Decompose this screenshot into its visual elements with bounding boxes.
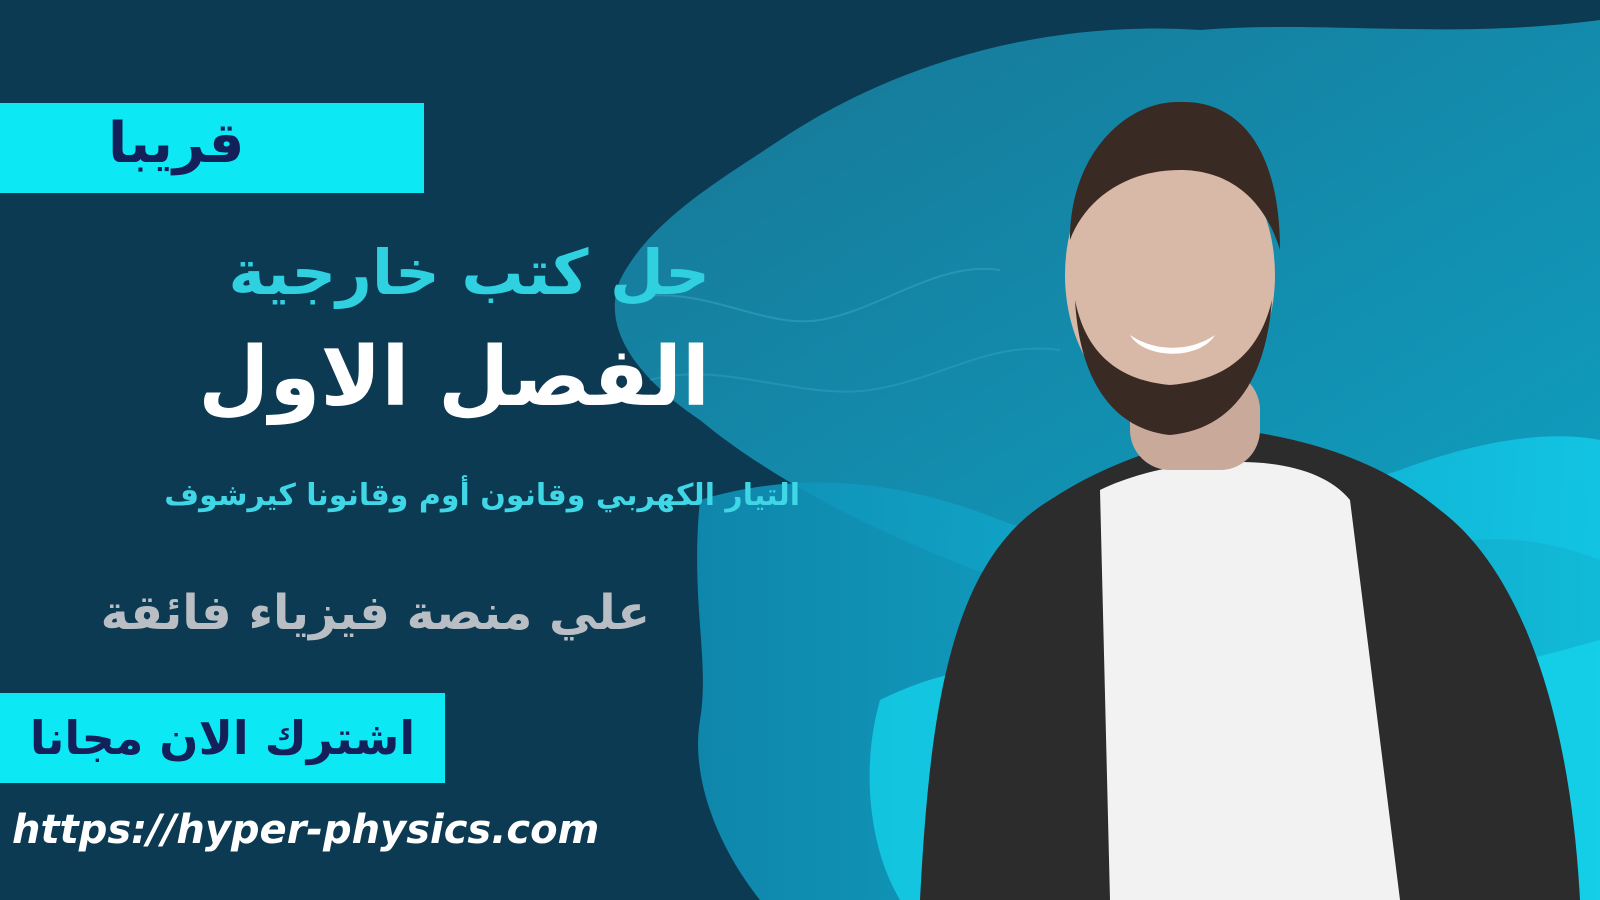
- title-line-2: الفصل الاول: [198, 330, 710, 425]
- presenter-photo: [920, 101, 1580, 900]
- chapter-subtitle: التيار الكهربي وقانون أوم وقانونا كيرشوف: [164, 478, 800, 513]
- coming-soon-badge: قريبا: [0, 103, 424, 193]
- title-line-1: حل كتب خارجية: [228, 236, 710, 309]
- subscribe-now-label: اشترك الان مجانا: [29, 711, 416, 765]
- coming-soon-label: قريبا: [108, 111, 245, 176]
- platform-tagline: علي منصة فيزياء فائقة: [100, 585, 650, 641]
- subscribe-now-button[interactable]: اشترك الان مجانا: [0, 693, 445, 783]
- website-link[interactable]: https://hyper-physics.com: [12, 807, 599, 853]
